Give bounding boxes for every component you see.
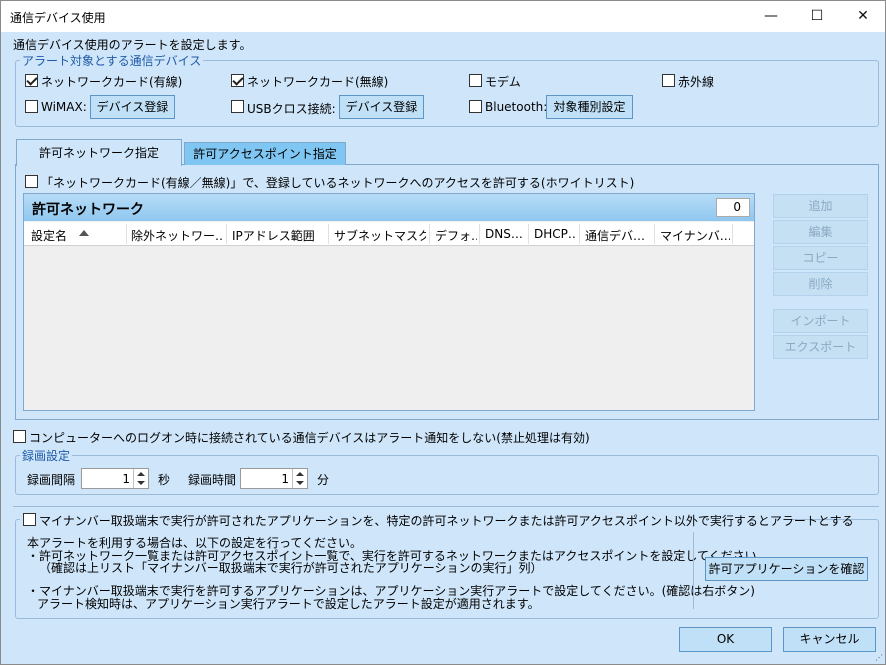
bluetooth-type-button[interactable]: 対象種別設定 <box>546 95 633 119</box>
infrared-checkbox[interactable] <box>662 74 675 87</box>
import-button[interactable]: インポート <box>773 309 868 333</box>
interval-unit: 秒 <box>158 473 171 487</box>
logon-ignore-label: コンピューターへのログオン時に接続されている通信デバイスはアラート通知をしない(… <box>29 431 590 445</box>
separator <box>13 506 879 507</box>
bluetooth-label: Bluetooth: <box>485 100 548 114</box>
col-ip-range[interactable]: IPアドレス範囲 <box>232 227 326 244</box>
col-mynumber[interactable]: マイナンバ… <box>660 227 730 244</box>
col-dhcp[interactable]: DHCP… <box>534 227 576 241</box>
add-button[interactable]: 追加 <box>773 194 868 218</box>
col-dns[interactable]: DNS… <box>485 227 527 241</box>
mynumber-note-3: （確認は上リスト「マイナンバー取扱端末で実行が許可されたアプリケーションの実行」… <box>39 561 543 575</box>
wireless-nic-label: ネットワークカード(無線) <box>247 75 389 89</box>
mynumber-label: マイナンバー取扱端末で実行が許可されたアプリケーションを、特定の許可ネットワーク… <box>39 514 854 528</box>
wimax-register-button[interactable]: デバイス登録 <box>90 95 175 119</box>
tab-allowed-ap[interactable]: 許可アクセスポイント指定 <box>184 142 346 165</box>
description-text: 通信デバイス使用のアラートを設定します。 <box>13 38 252 52</box>
wimax-checkbox[interactable] <box>25 100 38 113</box>
copy-button[interactable]: コピー <box>773 246 868 270</box>
spin-up-icon[interactable] <box>296 472 304 476</box>
interval-value: 1 <box>122 472 130 486</box>
title-bar: 通信デバイス使用 — ☐ ✕ <box>1 1 885 32</box>
wimax-label: WiMAX: <box>41 100 87 114</box>
col-exclude-network[interactable]: 除外ネットワー… <box>131 227 223 244</box>
col-subnet-mask[interactable]: サブネットマスク <box>334 227 426 244</box>
check-allowed-apps-button[interactable]: 許可アプリケーションを確認 <box>705 557 868 581</box>
whitelist-label: 「ネットワークカード(有線／無線)」で、登録しているネットワークへのアクセスを許… <box>41 176 635 190</box>
infrared-label: 赤外線 <box>678 75 715 89</box>
duration-spinbox[interactable]: 1 <box>240 468 308 489</box>
cancel-button[interactable]: キャンセル <box>783 627 876 652</box>
col-setting-name[interactable]: 設定名 <box>31 227 81 244</box>
maximize-button[interactable]: ☐ <box>794 1 840 32</box>
whitelist-checkbox[interactable] <box>25 175 38 188</box>
devices-group-legend: アラート対象とする通信デバイス <box>20 52 204 69</box>
col-comm-device[interactable]: 通信デバ… <box>585 227 651 244</box>
col-default-gw[interactable]: デフォ… <box>435 227 477 244</box>
close-button[interactable]: ✕ <box>840 1 886 32</box>
network-count: 0 <box>716 198 750 217</box>
mynumber-note-5: アラート検知時は、アプリケーション実行アラートで設定したアラート設定が適用されま… <box>37 597 540 611</box>
window-title: 通信デバイス使用 <box>10 11 106 25</box>
wireless-nic-checkbox[interactable] <box>231 74 244 87</box>
logon-ignore-checkbox[interactable] <box>13 430 26 443</box>
spin-down-icon[interactable] <box>137 481 145 485</box>
ok-button[interactable]: OK <box>679 627 772 652</box>
minimize-button[interactable]: — <box>748 1 794 32</box>
usb-cross-label: USBクロス接続: <box>247 102 336 116</box>
tab-allowed-network[interactable]: 許可ネットワーク指定 <box>16 139 182 166</box>
spin-down-icon[interactable] <box>296 481 304 485</box>
network-list-title: 許可ネットワーク <box>32 202 144 218</box>
wired-nic-label: ネットワークカード(有線) <box>41 75 183 89</box>
usb-cross-checkbox[interactable] <box>231 100 244 113</box>
duration-value: 1 <box>281 472 289 486</box>
edit-button[interactable]: 編集 <box>773 220 868 244</box>
export-button[interactable]: エクスポート <box>773 335 868 359</box>
interval-label: 録画間隔 <box>27 473 76 487</box>
spin-up-icon[interactable] <box>137 472 145 476</box>
dialog-window: 通信デバイス使用 — ☐ ✕ 通信デバイス使用のアラートを設定します。 アラート… <box>0 0 886 665</box>
duration-unit: 分 <box>317 473 330 487</box>
wired-nic-checkbox[interactable] <box>25 74 38 87</box>
vertical-divider <box>693 532 694 609</box>
delete-button[interactable]: 削除 <box>773 272 868 296</box>
modem-checkbox[interactable] <box>469 74 482 87</box>
resize-grip-icon[interactable]: ⋰ <box>875 653 883 662</box>
recording-group-legend: 録画設定 <box>20 447 73 464</box>
duration-label: 録画時間 <box>188 473 237 487</box>
mynumber-checkbox[interactable] <box>23 513 36 526</box>
modem-label: モデム <box>485 75 521 89</box>
usb-register-button[interactable]: デバイス登録 <box>339 95 424 119</box>
sort-ascending-icon <box>79 230 89 236</box>
interval-spinbox[interactable]: 1 <box>81 468 149 489</box>
bluetooth-checkbox[interactable] <box>469 100 482 113</box>
